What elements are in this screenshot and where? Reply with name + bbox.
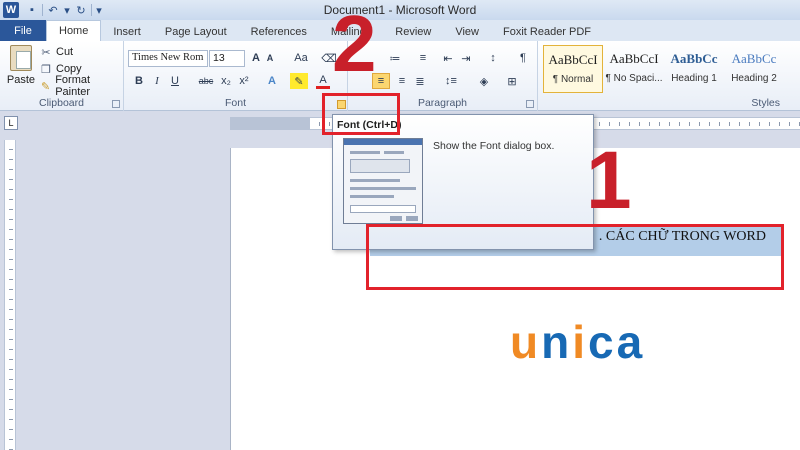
style-heading-1-sample: AaBbCc: [670, 51, 718, 66]
italic-button[interactable]: I: [150, 73, 164, 89]
justify-icon[interactable]: ≣: [412, 73, 428, 89]
style-normal-sample: AaBbCcI: [548, 52, 598, 67]
font-dialog-thumbnail: [343, 138, 423, 224]
thumb-line: [350, 151, 380, 154]
tab-page-layout[interactable]: Page Layout: [153, 22, 239, 41]
annotation-box-text: [366, 224, 784, 290]
thumb-cancel: [406, 216, 418, 221]
strikethrough-button[interactable]: abc: [196, 73, 216, 89]
tab-view[interactable]: View: [443, 22, 491, 41]
font-dialog-launcher-icon[interactable]: [337, 100, 346, 109]
clipboard-group-label: Clipboard: [39, 97, 84, 109]
subscript-button[interactable]: x₂: [218, 73, 234, 89]
show-marks-button[interactable]: ¶: [516, 50, 530, 66]
font-color-button[interactable]: A: [316, 73, 330, 89]
window-title: Document1 - Microsoft Word: [323, 3, 477, 17]
style-heading-1[interactable]: AaBbCc Heading 1: [664, 45, 724, 93]
ribbon: Paste ✂ Cut ❐ Copy ✎ Format Painter Clip…: [0, 41, 800, 111]
line-spacing-icon[interactable]: ↕≡: [440, 73, 462, 89]
ruler-margin: [230, 117, 310, 130]
format-painter-label: Format Painter: [55, 74, 91, 98]
thumb-titlebar: [344, 139, 422, 145]
style-normal[interactable]: AaBbCcI ¶ Normal: [543, 45, 603, 93]
thumb-line: [350, 179, 400, 182]
cut-label: Cut: [56, 46, 74, 58]
format-painter-button[interactable]: ✎ Format Painter: [40, 74, 123, 98]
styles-group-label: Styles: [751, 97, 780, 109]
tab-insert[interactable]: Insert: [101, 22, 153, 41]
unica-logo: unica: [510, 316, 646, 368]
scissors-icon: ✂: [41, 46, 51, 59]
paintbrush-icon: ✎: [40, 80, 51, 93]
tooltip-description: Show the Font dialog box.: [433, 140, 555, 152]
annotation-number-2: 2: [332, 0, 377, 88]
thumb-line: [384, 151, 404, 154]
decrease-indent-icon[interactable]: ⇤: [440, 50, 456, 66]
borders-icon[interactable]: ⊞: [502, 73, 522, 89]
clipboard-icon: [10, 45, 32, 71]
font-name-combobox[interactable]: Times New Rom: [128, 50, 208, 67]
tab-review[interactable]: Review: [383, 22, 443, 41]
align-right-icon[interactable]: ≡: [394, 73, 410, 89]
style-normal-name: ¶ Normal: [552, 74, 594, 85]
tab-references[interactable]: References: [239, 22, 319, 41]
style-no-spacing-name: ¶ No Spaci...: [605, 73, 663, 84]
paste-button[interactable]: Paste: [6, 45, 36, 95]
style-no-spacing[interactable]: AaBbCcI ¶ No Spaci...: [604, 45, 664, 93]
paste-label: Paste: [6, 74, 36, 86]
thumb-line: [350, 195, 394, 198]
style-heading-2-name: Heading 2: [731, 73, 777, 84]
tab-file[interactable]: File: [0, 20, 46, 41]
paragraph-launcher-icon[interactable]: [526, 100, 534, 108]
multilevel-list-icon[interactable]: ≡: [412, 50, 434, 66]
tab-foxit-reader-pdf[interactable]: Foxit Reader PDF: [491, 22, 603, 41]
style-no-spacing-sample: AaBbCcI: [609, 51, 659, 66]
numbering-icon[interactable]: ≔: [384, 50, 406, 66]
annotation-number-1: 1: [586, 135, 632, 226]
highlight-icon[interactable]: ✎: [290, 73, 308, 89]
style-heading-2-sample: AaBbCc: [731, 51, 777, 66]
annotation-box-launcher: [322, 93, 400, 135]
tab-selector[interactable]: L: [4, 116, 18, 130]
superscript-button[interactable]: x²: [236, 73, 252, 89]
thumb-ok: [390, 216, 402, 221]
change-case-button[interactable]: Aa: [292, 50, 310, 66]
shrink-font-button[interactable]: A: [264, 50, 276, 66]
clipboard-group: Paste ✂ Cut ❐ Copy ✎ Format Painter Clip…: [0, 41, 124, 111]
thumb-list: [350, 159, 410, 173]
bold-button[interactable]: B: [132, 73, 146, 89]
font-group-label: Font: [224, 97, 246, 109]
copy-icon: ❐: [41, 63, 51, 76]
cut-button[interactable]: ✂ Cut: [40, 44, 73, 60]
underline-button[interactable]: U: [168, 73, 182, 89]
tab-home[interactable]: Home: [46, 20, 102, 41]
title-bar: W ▪ ↶ ▾ ↻ ▾ Document1 - Microsoft Word: [0, 0, 800, 20]
thumb-line: [350, 187, 416, 190]
shading-icon[interactable]: ◈: [474, 73, 494, 89]
vertical-ruler[interactable]: [4, 140, 16, 450]
font-size-combobox[interactable]: 13: [209, 50, 245, 67]
grow-font-button[interactable]: A: [249, 50, 263, 66]
increase-indent-icon[interactable]: ⇥: [458, 50, 474, 66]
style-heading-2[interactable]: AaBbCc Heading 2: [724, 45, 784, 93]
text-effects-button[interactable]: A: [264, 73, 280, 89]
sort-icon[interactable]: ↕: [486, 50, 500, 66]
clipboard-launcher-icon[interactable]: [112, 100, 120, 108]
style-heading-1-name: Heading 1: [671, 73, 717, 84]
ribbon-tabs: File Home Insert Page Layout References …: [0, 20, 800, 41]
thumb-preview: [350, 205, 416, 213]
